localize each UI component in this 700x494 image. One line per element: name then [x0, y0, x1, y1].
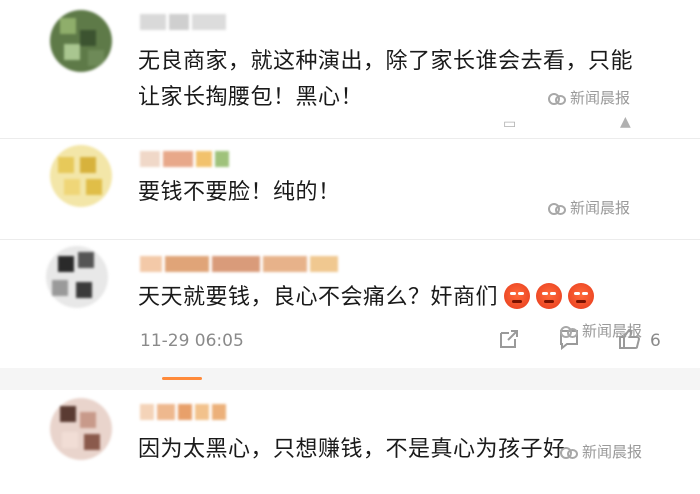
watermark: 新闻晨报	[560, 441, 642, 462]
comment-text-line: 要钱不要脸！纯的！	[138, 180, 341, 205]
thumbs-up-icon[interactable]	[618, 328, 642, 355]
comment-item-1: 无良商家，就这种演出，除了家长谁会去看，只能 让家长掏腰包！黑心！ 新闻晨报 ▭…	[0, 0, 700, 138]
comment-text-line: 因为太黑心，只想赚钱，不是真心为孩子好	[138, 437, 566, 462]
comment-icon[interactable]: ▭	[503, 116, 516, 132]
angry-face-icon	[536, 283, 563, 309]
comment-item-2: 要钱不要脸！纯的！ 新闻晨报	[0, 139, 700, 239]
section-gap	[0, 368, 700, 390]
watermark-text: 新闻晨报	[570, 89, 631, 107]
watermark-text: 新闻晨报	[570, 199, 631, 217]
comment-text: 因为太黑心，只想赚钱，不是真心为孩子好	[138, 432, 566, 468]
username[interactable]	[140, 151, 232, 169]
comment-text: 天天就要钱，良心不会痛么？奸商们	[138, 280, 595, 316]
avatar[interactable]	[50, 145, 112, 207]
comment-text-line: 无良商家，就这种演出，除了家长谁会去看，只能	[138, 49, 634, 74]
comment-item-4: 因为太黑心，只想赚钱，不是真心为孩子好 新闻晨报	[0, 390, 700, 494]
thumbs-up-icon[interactable]: ▲	[620, 114, 631, 130]
username[interactable]	[140, 404, 229, 422]
username[interactable]	[140, 14, 229, 32]
avatar[interactable]	[50, 10, 112, 72]
news-logo-icon	[560, 325, 578, 338]
scroll-indicator	[162, 377, 202, 380]
watermark-text: 新闻晨报	[582, 443, 643, 461]
avatar[interactable]	[50, 398, 112, 460]
avatar[interactable]	[46, 246, 108, 308]
watermark: 新闻晨报	[548, 197, 630, 218]
news-logo-icon	[548, 202, 566, 215]
comment-text-content: 天天就要钱，良心不会痛么？奸商们	[138, 285, 499, 310]
comment-item-3: 天天就要钱，良心不会痛么？奸商们 11-29 06:05 新闻晨报 6	[0, 240, 700, 368]
like-count: 6	[650, 331, 661, 351]
comment-text-line: 天天就要钱，良心不会痛么？奸商们	[138, 280, 595, 316]
watermark: 新闻晨报	[548, 87, 630, 108]
comment-time: 11-29 06:05	[140, 331, 244, 351]
news-logo-icon	[560, 446, 578, 459]
share-icon[interactable]	[498, 328, 520, 355]
comment-text: 要钱不要脸！纯的！	[138, 175, 341, 211]
angry-face-icon	[504, 283, 531, 309]
angry-face-icon	[568, 283, 595, 309]
news-logo-icon	[548, 92, 566, 105]
username[interactable]	[140, 256, 341, 274]
